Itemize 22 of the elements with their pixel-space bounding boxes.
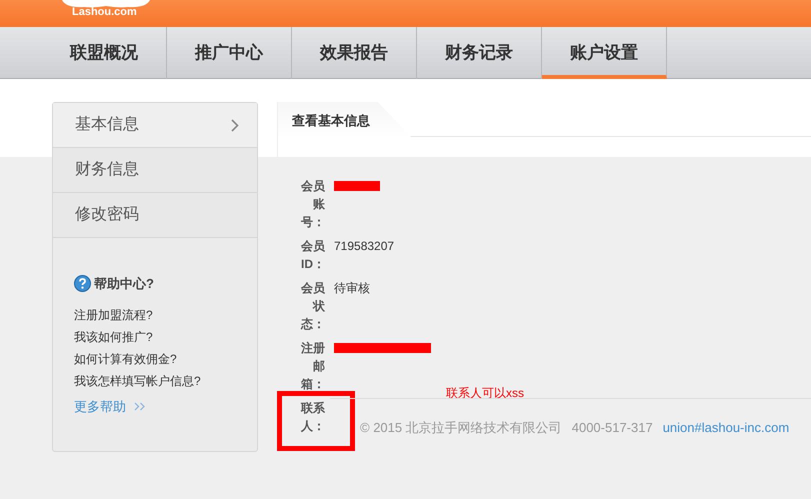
field-label: 会员状态： — [300, 280, 325, 333]
help-link[interactable]: 我该如何推广? — [74, 326, 153, 348]
help-link[interactable]: 注册加盟流程? — [74, 304, 153, 326]
sidebar-item[interactable]: 基本信息 — [53, 103, 257, 148]
logo-text: Lashou.com — [72, 7, 137, 18]
chevron-right-icon — [231, 118, 239, 132]
help-icon — [74, 275, 91, 292]
annotation-note: 联系人可以xss — [446, 385, 524, 402]
help-link[interactable]: 我该怎样填写帐户信息? — [74, 370, 201, 392]
logo-icon — [62, 0, 150, 8]
phone-number: 4000-517-317 — [572, 418, 653, 437]
double-chevron-icon — [134, 402, 146, 411]
field-value: 待审核 — [334, 280, 370, 297]
field-value: 719583207 — [334, 238, 394, 255]
help-title: 帮助中心? — [94, 275, 154, 293]
field-label: 会员账号： — [300, 178, 325, 231]
field-label: 联系人： — [300, 400, 325, 435]
copyright-text: © 2015 北京拉手网络技术有限公司 — [360, 418, 562, 437]
content-tab[interactable]: 查看基本信息 — [278, 102, 411, 137]
help-link[interactable]: 如何计算有效佣金? — [74, 348, 177, 370]
field-label: 注册邮箱： — [300, 340, 325, 393]
field-label: 会员ID： — [300, 238, 325, 273]
